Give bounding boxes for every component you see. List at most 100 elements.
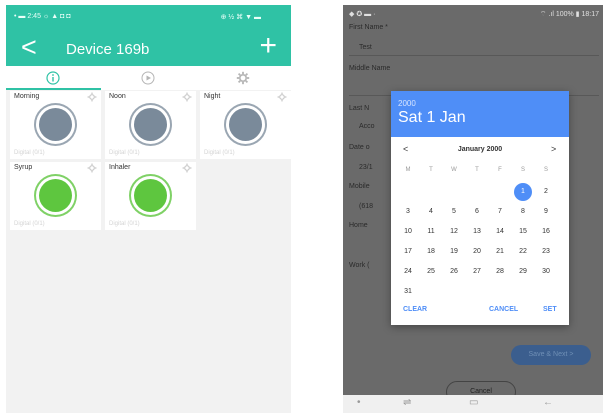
left-status-bar: • ▬ 2:45 ☼ ▲ ◘ ◘ ⊕ ½ ⌘ ▼ ▬ bbox=[6, 5, 291, 30]
field-underline bbox=[349, 55, 599, 56]
play-icon bbox=[141, 71, 155, 85]
calendar-day[interactable]: 11 bbox=[422, 223, 440, 241]
clear-button[interactable]: CLEAR bbox=[403, 306, 427, 313]
tab-play[interactable] bbox=[101, 66, 196, 90]
calendar-day[interactable]: 31 bbox=[399, 283, 417, 301]
card-status: Digital (0/1) bbox=[14, 150, 45, 156]
calendar-day[interactable]: 22 bbox=[514, 243, 532, 261]
dialog-cancel-button[interactable]: CANCEL bbox=[489, 306, 518, 313]
card-name: Syrup bbox=[14, 164, 33, 171]
gear-icon[interactable] bbox=[277, 92, 287, 102]
calendar-day[interactable]: 12 bbox=[445, 223, 463, 241]
gear-icon[interactable] bbox=[87, 92, 97, 102]
calendar-day[interactable]: 5 bbox=[445, 203, 463, 221]
calendar-day[interactable]: 9 bbox=[537, 203, 555, 221]
calendar-day[interactable]: 29 bbox=[514, 263, 532, 281]
tab-settings[interactable] bbox=[196, 66, 291, 90]
status-indicator-circle[interactable] bbox=[39, 108, 72, 141]
calendar-day[interactable]: 26 bbox=[445, 263, 463, 281]
calendar-day[interactable]: 16 bbox=[537, 223, 555, 241]
back-arrow-icon[interactable]: ← bbox=[543, 397, 553, 408]
card-status: Digital (0/1) bbox=[109, 150, 140, 156]
status-indicator-circle[interactable] bbox=[229, 108, 262, 141]
recents-icon[interactable]: ⇌ bbox=[403, 397, 411, 408]
date-picker-dialog: 2000 Sat 1 Jan < January 2000 > M T W T … bbox=[391, 91, 569, 325]
medication-card-morning[interactable]: Morning Digital (0/1) bbox=[10, 91, 101, 159]
home-icon[interactable]: ▭ bbox=[469, 397, 478, 408]
calendar-day[interactable]: 6 bbox=[468, 203, 486, 221]
first-name-field[interactable]: Test bbox=[359, 44, 372, 51]
calendar-day[interactable]: 24 bbox=[399, 263, 417, 281]
next-month-button[interactable]: > bbox=[551, 144, 556, 154]
calendar-day[interactable]: 19 bbox=[445, 243, 463, 261]
work-phone-label: Work ( bbox=[349, 262, 370, 269]
card-name: Noon bbox=[109, 93, 126, 100]
medication-card-night[interactable]: Night Digital (0/1) bbox=[200, 91, 291, 159]
selected-date[interactable]: Sat 1 Jan bbox=[398, 109, 466, 127]
right-status-right: ⌔ .ıl 100% ▮ 18:17 bbox=[539, 11, 599, 18]
right-status-bar: ◆ ✪ ▬ · ⌔ .ıl 100% ▮ 18:17 bbox=[343, 5, 603, 23]
mobile-field[interactable]: (618 bbox=[359, 203, 373, 210]
calendar-day[interactable]: 10 bbox=[399, 223, 417, 241]
save-and-next-button[interactable]: Save & Next > bbox=[511, 345, 591, 365]
left-phone-screen: • ▬ 2:45 ☼ ▲ ◘ ◘ ⊕ ½ ⌘ ▼ ▬ < Device 169b… bbox=[6, 5, 291, 413]
calendar-day[interactable]: 18 bbox=[422, 243, 440, 261]
home-phone-label: Home bbox=[349, 222, 368, 229]
calendar-day[interactable]: 15 bbox=[514, 223, 532, 241]
calendar-day[interactable]: 28 bbox=[491, 263, 509, 281]
set-button[interactable]: SET bbox=[543, 306, 557, 313]
calendar-day[interactable]: 4 bbox=[422, 203, 440, 221]
calendar-day[interactable]: 3 bbox=[399, 203, 417, 221]
calendar-day[interactable]: 23 bbox=[537, 243, 555, 261]
calendar-day[interactable]: 21 bbox=[491, 243, 509, 261]
left-status-right: ⊕ ½ ⌘ ▼ ▬ bbox=[220, 14, 261, 21]
page-title: Device 169b bbox=[66, 41, 150, 58]
weekday-label: M bbox=[405, 167, 411, 173]
medication-card-noon[interactable]: Noon Digital (0/1) bbox=[105, 91, 196, 159]
gear-icon[interactable] bbox=[182, 163, 192, 173]
weekday-label: F bbox=[498, 167, 502, 173]
chevron-left-icon[interactable]: < bbox=[21, 32, 37, 62]
last-name-field[interactable]: Acco bbox=[359, 123, 375, 130]
calendar-day[interactable]: 17 bbox=[399, 243, 417, 261]
weekday-label: T bbox=[475, 167, 479, 173]
calendar-day[interactable]: 2 bbox=[537, 183, 555, 201]
gear-icon[interactable] bbox=[87, 163, 97, 173]
weekday-label: S bbox=[543, 167, 548, 173]
left-status-left: • ▬ 2:45 ☼ ▲ ◘ ◘ bbox=[14, 13, 71, 20]
tab-bar bbox=[6, 66, 291, 90]
medication-card-inhaler[interactable]: Inhaler Digital (0/1) bbox=[105, 162, 196, 230]
weekday-label: S bbox=[520, 167, 525, 173]
left-nav-bar bbox=[6, 403, 291, 413]
calendar-day[interactable]: 25 bbox=[422, 263, 440, 281]
calendar-day-selected[interactable]: 1 bbox=[514, 183, 532, 201]
card-status: Digital (0/1) bbox=[109, 221, 140, 227]
info-icon bbox=[46, 71, 60, 85]
medication-card-syrup[interactable]: Syrup Digital (0/1) bbox=[10, 162, 101, 230]
tab-info[interactable] bbox=[6, 66, 101, 90]
calendar-day[interactable]: 7 bbox=[491, 203, 509, 221]
status-indicator-circle[interactable] bbox=[39, 179, 72, 212]
date-of-birth-label: Date o bbox=[349, 144, 370, 151]
status-indicator-circle[interactable] bbox=[134, 179, 167, 212]
plus-icon[interactable]: + bbox=[259, 29, 277, 63]
weekday-label: W bbox=[451, 167, 457, 173]
dot-icon: • bbox=[357, 397, 361, 408]
calendar-day[interactable]: 30 bbox=[537, 263, 555, 281]
calendar-day[interactable]: 8 bbox=[514, 203, 532, 221]
app-header: < Device 169b + bbox=[6, 29, 291, 66]
selected-year[interactable]: 2000 bbox=[398, 99, 416, 108]
gear-icon[interactable] bbox=[182, 92, 192, 102]
card-status: Digital (0/1) bbox=[204, 150, 235, 156]
calendar-day[interactable]: 20 bbox=[468, 243, 486, 261]
calendar-day[interactable]: 27 bbox=[468, 263, 486, 281]
gear-icon bbox=[236, 71, 250, 85]
card-name: Morning bbox=[14, 93, 40, 100]
calendar-day[interactable]: 13 bbox=[468, 223, 486, 241]
card-name: Night bbox=[204, 93, 221, 100]
calendar-day[interactable]: 14 bbox=[491, 223, 509, 241]
right-status-left: ◆ ✪ ▬ · bbox=[349, 11, 376, 18]
middle-name-label: Middle Name bbox=[349, 65, 391, 72]
date-of-birth-field[interactable]: 23/1 bbox=[359, 164, 373, 171]
status-indicator-circle[interactable] bbox=[134, 108, 167, 141]
